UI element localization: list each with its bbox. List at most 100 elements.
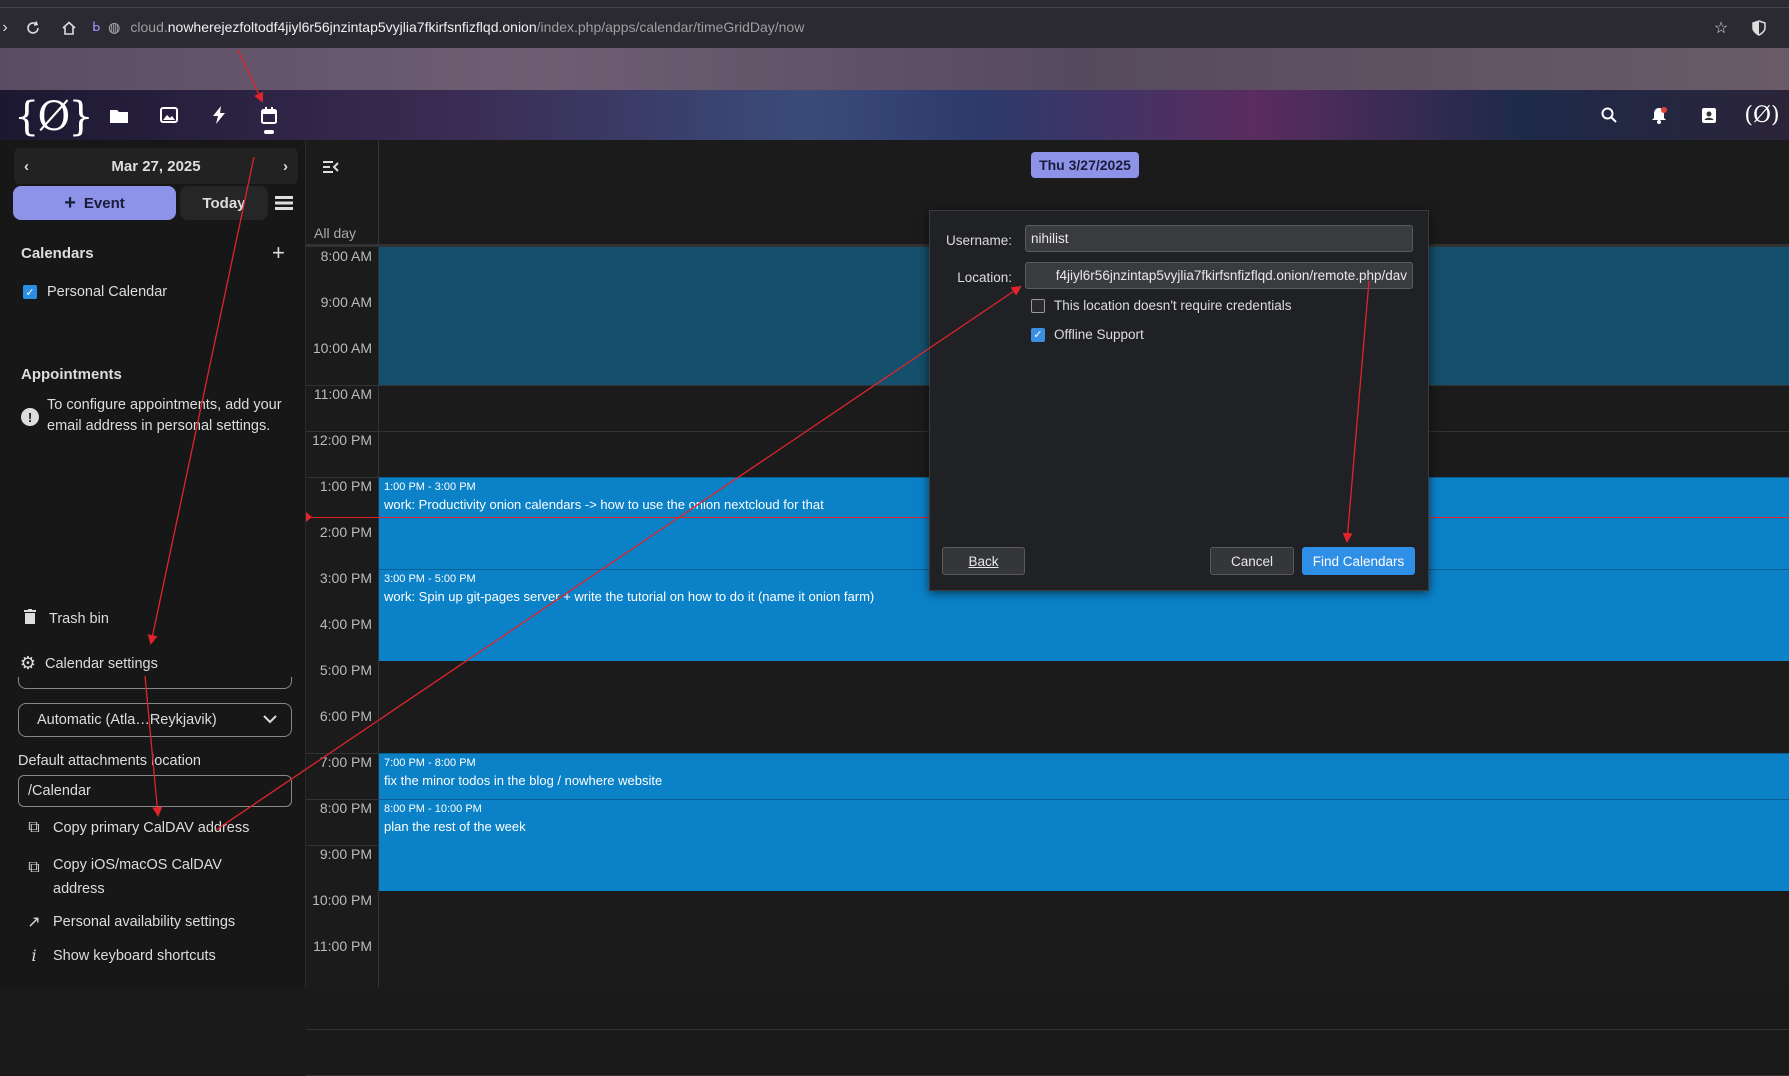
- location-input[interactable]: f4jiyl6r56jnzintap5vyjlia7fkirfsnfizflqd…: [1025, 262, 1413, 289]
- username-input[interactable]: nihilist: [1025, 225, 1413, 252]
- search-icon[interactable]: [1596, 102, 1622, 128]
- calendar-name: Personal Calendar: [47, 284, 168, 300]
- caldav-account-dialog: Username: nihilist Location: f4jiyl6r56j…: [929, 210, 1429, 591]
- offline-support-option[interactable]: ✓ Offline Support: [1031, 327, 1144, 342]
- all-day-label: All day: [314, 225, 357, 241]
- plus-icon: +: [64, 191, 76, 214]
- active-app-indicator: [264, 130, 274, 134]
- appointments-section-title: Appointments: [21, 366, 122, 383]
- copy-ios-caldav-item[interactable]: ⧉ Copy iOS/macOS CalDAV address: [25, 853, 253, 901]
- collapse-sidebar-icon[interactable]: [318, 154, 344, 180]
- trash-icon: [21, 609, 39, 629]
- hour-label: 9:00 AM: [320, 294, 372, 310]
- calendars-section-title: Calendars: [21, 245, 94, 262]
- no-credentials-checkbox[interactable]: [1031, 298, 1045, 313]
- attachments-location-label: Default attachments location: [18, 753, 201, 769]
- hour-label: 6:00 PM: [319, 708, 372, 724]
- alert-circle-icon: !: [21, 408, 39, 426]
- username-label: Username:: [945, 233, 1012, 248]
- timezone-value: Automatic (Atla…Reykjavik): [37, 712, 217, 728]
- lightning-icon[interactable]: [206, 102, 232, 128]
- calendar-settings-label: Calendar settings: [45, 655, 158, 672]
- tor-circuit-icon[interactable]: ᖯ: [92, 19, 100, 35]
- calendar-list-item[interactable]: ✓ Personal Calendar: [23, 284, 167, 300]
- bell-icon[interactable]: [1646, 102, 1672, 128]
- url-scheme-host-prefix: cloud.: [130, 19, 168, 35]
- hour-line: [306, 1029, 1789, 1030]
- calendar-icon[interactable]: [256, 102, 282, 128]
- offline-support-checkbox[interactable]: ✓: [1031, 327, 1045, 342]
- info-icon: i: [31, 946, 37, 965]
- back-button[interactable]: Back: [942, 547, 1025, 575]
- copy-caldav-label: Copy primary CalDAV address: [53, 820, 250, 836]
- app-navigation-sidebar: ‹ Mar 27, 2025 › + Event Today Calendars…: [0, 140, 306, 988]
- hour-label: 11:00 PM: [313, 938, 372, 954]
- address-bar[interactable]: ᖯ ◍ cloud. nowherejezfoltodf4jiyl6r56jnzi…: [92, 12, 1692, 42]
- copy-ios-caldav-label: Copy iOS/macOS CalDAV address: [53, 857, 222, 897]
- attachments-location-input[interactable]: /Calendar: [18, 775, 292, 807]
- event-title: work: Spin up git-pages server + write t…: [384, 589, 875, 604]
- keyboard-shortcuts-item[interactable]: i Show keyboard shortcuts: [25, 946, 216, 965]
- timezone-select[interactable]: Automatic (Atla…Reykjavik): [18, 703, 292, 737]
- shield-icon[interactable]: [1746, 15, 1772, 41]
- browser-tab-strip: [0, 0, 1789, 8]
- reload-icon[interactable]: [20, 15, 46, 41]
- avatar-icon[interactable]: (Ø): [1744, 102, 1779, 128]
- availability-settings-item[interactable]: ↗ Personal availability settings: [25, 912, 235, 932]
- onion-lock-icon[interactable]: ◍: [108, 19, 120, 36]
- calendar-event[interactable]: 8:00 PM - 10:00 PM plan the rest of the …: [379, 799, 1789, 891]
- copy-caldav-item[interactable]: ⧉ Copy primary CalDAV address: [25, 819, 249, 837]
- url-host: nowherejezfoltodf4jiyl6r56jnzintap5vyjli…: [167, 19, 537, 35]
- day-header-badge[interactable]: Thu 3/27/2025: [1031, 152, 1139, 178]
- contacts-icon[interactable]: [1696, 102, 1722, 128]
- hour-label: 10:00 PM: [312, 892, 372, 908]
- calendar-settings-item[interactable]: ⚙ Calendar settings: [19, 653, 158, 674]
- today-button[interactable]: Today: [180, 186, 268, 220]
- hour-label: 10:00 AM: [312, 340, 372, 356]
- nextcloud-header: {Ø} (Ø): [0, 90, 1789, 140]
- bookmark-star-icon[interactable]: ☆: [1708, 15, 1734, 41]
- hour-label: 11:00 AM: [313, 386, 372, 402]
- image-icon[interactable]: [156, 102, 182, 128]
- page-background-strip: [0, 48, 1789, 90]
- current-date-label[interactable]: Mar 27, 2025: [111, 158, 200, 175]
- hour-label: 8:00 AM: [320, 248, 372, 264]
- copy-icon: ⧉: [28, 859, 40, 876]
- hour-label: 8:00 PM: [319, 800, 372, 816]
- keyboard-shortcuts-label: Show keyboard shortcuts: [53, 947, 216, 964]
- offline-support-label: Offline Support: [1054, 327, 1144, 342]
- no-credentials-option[interactable]: This location doesn't require credential…: [1031, 298, 1291, 313]
- event-time: 8:00 PM - 10:00 PM: [384, 803, 482, 815]
- home-icon[interactable]: [56, 15, 82, 41]
- calendar-checkbox[interactable]: ✓: [23, 285, 37, 299]
- partially-hidden-field: [18, 677, 292, 689]
- chevron-left-icon[interactable]: ‹: [24, 158, 29, 175]
- hour-label: 1:00 PM: [319, 478, 372, 494]
- chevron-right-icon[interactable]: ›: [283, 158, 288, 175]
- nextcloud-logo[interactable]: {Ø}: [14, 94, 94, 140]
- new-event-button[interactable]: + Event: [13, 186, 176, 220]
- add-calendar-plus-icon[interactable]: +: [272, 240, 285, 266]
- view-menu-icon[interactable]: [270, 188, 298, 218]
- find-calendars-button[interactable]: Find Calendars: [1302, 547, 1415, 575]
- folder-icon[interactable]: [106, 102, 132, 128]
- back-arrow-icon[interactable]: ›: [0, 15, 18, 41]
- browser-toolbar: › ᖯ ◍ cloud. nowherejezfoltodf4jiyl6r56jn…: [0, 8, 1789, 48]
- url-path: /index.php/apps/calendar/timeGridDay/now: [536, 19, 805, 35]
- hour-label: 12:00 PM: [312, 432, 372, 448]
- open-external-icon: ↗: [27, 914, 41, 931]
- current-time-arrow: [306, 512, 312, 522]
- hour-label: 3:00 PM: [319, 570, 372, 586]
- chevron-down-icon: [263, 712, 277, 728]
- copy-icon: ⧉: [28, 819, 40, 836]
- appointments-note: To configure appointments, add your emai…: [47, 397, 282, 434]
- cancel-button[interactable]: Cancel: [1210, 547, 1294, 575]
- trash-bin-item[interactable]: Trash bin: [21, 609, 109, 629]
- hour-label: 4:00 PM: [319, 616, 372, 632]
- availability-settings-label: Personal availability settings: [53, 914, 236, 930]
- event-title: fix the minor todos in the blog / nowher…: [384, 773, 663, 788]
- calendar-event[interactable]: 7:00 PM - 8:00 PM fix the minor todos in…: [379, 753, 1789, 799]
- hour-label: 7:00 PM: [319, 754, 372, 770]
- gear-icon: ⚙: [19, 653, 37, 673]
- location-label: Location:: [957, 270, 1012, 285]
